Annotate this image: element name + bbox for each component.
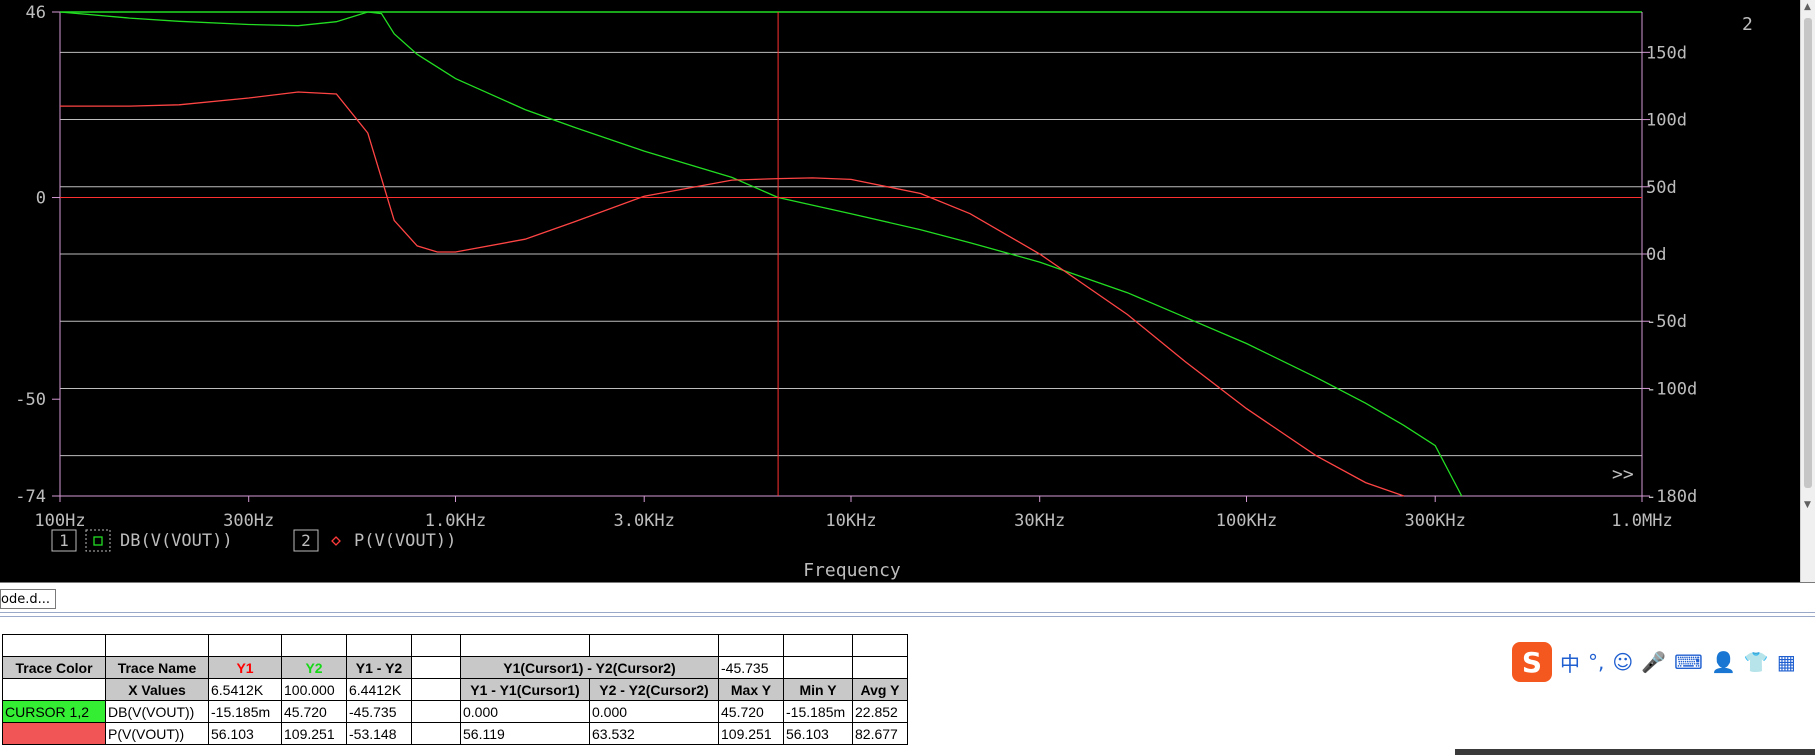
x-values-header: X Values xyxy=(105,678,209,701)
legend-trace-name: P(V(VOUT)) xyxy=(354,531,456,551)
x-tick-label: 3.0KHz xyxy=(613,511,674,531)
table-row: Trace Color Trace Name Y1 Y2 Y1 - Y2 Y1(… xyxy=(2,656,908,679)
x-axis-label: Frequency xyxy=(803,560,901,581)
punctuation-icon[interactable]: °, xyxy=(1588,650,1604,674)
right-tick-label: 150d xyxy=(1646,43,1687,63)
keyboard-icon[interactable]: ⌨ xyxy=(1674,650,1703,674)
phase-trace-line xyxy=(60,91,1405,497)
left-tick-label: -50 xyxy=(15,390,46,410)
document-tab-bar: ode.d... xyxy=(0,582,1815,619)
plot-window[interactable]: 46 0 -50 -74 150d 100d 50d 0d -50d -100d -180d 100H… xyxy=(0,0,1800,582)
legend-diamond-icon xyxy=(331,536,341,546)
cursor-diff-header: Y1(Cursor1) - Y2(Cursor2) xyxy=(460,656,719,679)
trace-color-swatch[interactable]: CURSOR 1,2 xyxy=(2,700,106,723)
left-tick-label: 0 xyxy=(36,189,46,209)
table-row xyxy=(2,634,908,657)
max-cell: 109.251 xyxy=(718,722,784,745)
cursor1-diff-cell: 0.000 xyxy=(460,700,590,723)
trace-name-cell[interactable]: DB(V(VOUT)) xyxy=(105,700,209,723)
diff-cell: -53.148 xyxy=(346,722,412,745)
legend-index: 2 xyxy=(301,531,311,550)
left-tick-label: -74 xyxy=(15,487,46,507)
avg-cell: 82.677 xyxy=(852,722,908,745)
x-value-y1: 6.5412K xyxy=(208,678,282,701)
max-y-header: Max Y xyxy=(718,678,784,701)
y2-cell: 109.251 xyxy=(281,722,347,745)
y2-cursor2-header: Y2 - Y2(Cursor2) xyxy=(589,678,719,701)
y2-cell: 45.720 xyxy=(281,700,347,723)
x-tick-label: 1.0KHz xyxy=(425,511,486,531)
x-tick-label: 10KHz xyxy=(825,511,876,531)
cursor-diff-value: -45.735 xyxy=(718,656,784,679)
min-cell: -15.185m xyxy=(783,700,853,723)
scrollbar-thumb[interactable] xyxy=(1804,18,1812,488)
grid-menu-icon[interactable]: ▦ xyxy=(1777,650,1796,674)
legend-trace-name: DB(V(VOUT)) xyxy=(120,531,233,551)
table-row: X Values 6.5412K 100.000 6.4412K Y1 - Y1… xyxy=(2,678,908,701)
y1-y2-header: Y1 - Y2 xyxy=(346,656,412,679)
left-tick-label: 46 xyxy=(26,3,46,23)
y1-header: Y1 xyxy=(208,656,282,679)
x-tick-label: 1.0MHz xyxy=(1611,511,1672,531)
table-row[interactable]: CURSOR 1,2 DB(V(VOUT)) -15.185m 45.720 -… xyxy=(2,700,908,723)
min-y-header: Min Y xyxy=(783,678,853,701)
y2-header: Y2 xyxy=(281,656,347,679)
y1-cursor1-header: Y1 - Y1(Cursor1) xyxy=(460,678,590,701)
trace-color-swatch[interactable] xyxy=(2,722,106,745)
table-row[interactable]: P(V(VOUT)) 56.103 109.251 -53.148 56.119… xyxy=(2,722,908,745)
right-tick-label: -100d xyxy=(1646,379,1697,399)
taskbar-edge xyxy=(1455,749,1815,755)
cursor2-diff-cell: 0.000 xyxy=(589,700,719,723)
microphone-icon[interactable]: 🎤 xyxy=(1641,650,1666,674)
trace-name-cell[interactable]: P(V(VOUT)) xyxy=(105,722,209,745)
right-tick-label: 0d xyxy=(1646,245,1666,265)
x-tick-label: 100KHz xyxy=(1216,511,1277,531)
sogou-logo-icon[interactable]: S xyxy=(1512,642,1552,682)
diff-cell: -45.735 xyxy=(346,700,412,723)
chinese-mode-icon[interactable]: 中 xyxy=(1560,648,1580,677)
ime-toolbar: S 中 °, ☺ 🎤 ⌨ 👤 👕 ▦ xyxy=(1512,640,1815,684)
x-tick-label: 30KHz xyxy=(1014,511,1065,531)
x-tick-label: 300Hz xyxy=(223,511,274,531)
trace-name-header: Trace Name xyxy=(105,656,209,679)
y1-cell: 56.103 xyxy=(208,722,282,745)
user-icon[interactable]: 👤 xyxy=(1711,650,1736,674)
legend-square-icon xyxy=(93,536,103,546)
tab-divider xyxy=(0,612,1815,613)
right-tick-label: -180d xyxy=(1646,487,1697,507)
y1-cell: -15.185m xyxy=(208,700,282,723)
min-cell: 56.103 xyxy=(783,722,853,745)
vertical-scrollbar[interactable]: ▲ ▼ xyxy=(1800,0,1815,582)
cursor2-diff-cell: 63.532 xyxy=(589,722,719,745)
x-tick-label: 300KHz xyxy=(1404,511,1465,531)
avg-cell: 22.852 xyxy=(852,700,908,723)
right-tick-label: -50d xyxy=(1646,312,1687,332)
trace-color-header: Trace Color xyxy=(2,656,106,679)
x-tick-label: 100Hz xyxy=(34,511,85,531)
emoji-icon[interactable]: ☺ xyxy=(1612,650,1633,674)
tab-divider xyxy=(0,616,1815,617)
right-tick-label: 100d xyxy=(1646,111,1687,131)
probe-cursor-table: Trace Color Trace Name Y1 Y2 Y1 - Y2 Y1(… xyxy=(2,634,908,745)
x-value-diff: 6.4412K xyxy=(346,678,412,701)
avg-y-header: Avg Y xyxy=(852,678,908,701)
x-value-y2: 100.000 xyxy=(281,678,347,701)
plot-number: 2 xyxy=(1742,14,1753,35)
more-marker: >> xyxy=(1612,464,1634,485)
skin-icon[interactable]: 👕 xyxy=(1744,650,1769,674)
right-tick-label: 50d xyxy=(1646,178,1677,198)
scroll-up-icon[interactable]: ▲ xyxy=(1804,2,1811,12)
legend-index: 1 xyxy=(59,531,69,550)
document-tab[interactable]: ode.d... xyxy=(0,589,56,609)
legend-focus-box xyxy=(85,529,111,552)
max-cell: 45.720 xyxy=(718,700,784,723)
scroll-down-icon[interactable]: ▼ xyxy=(1804,500,1811,510)
bode-plot[interactable]: 46 0 -50 -74 150d 100d 50d 0d -50d -100d -180d 100H… xyxy=(0,0,1800,582)
cursor1-diff-cell: 56.119 xyxy=(460,722,590,745)
